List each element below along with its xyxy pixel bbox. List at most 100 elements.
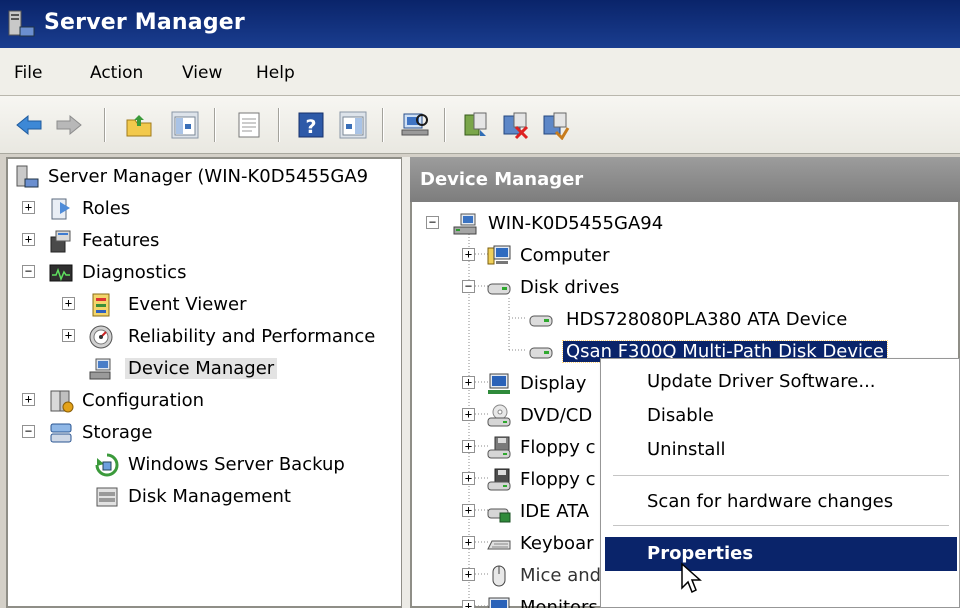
device-category-dvd[interactable]: + DVD/CD (462, 402, 612, 430)
expand-icon[interactable]: + (462, 376, 475, 389)
tree-item-features[interactable]: + Features (22, 227, 322, 255)
expand-icon[interactable]: + (22, 233, 35, 246)
tree-item-storage[interactable]: − Storage (22, 419, 322, 447)
expand-icon[interactable]: + (62, 297, 75, 310)
pane-title: Device Manager (420, 169, 584, 190)
title-bar: Server Manager (0, 0, 960, 48)
collapse-icon[interactable]: − (22, 425, 35, 438)
menu-file[interactable]: File (14, 63, 42, 83)
tree-label: Display (520, 373, 587, 394)
forward-arrow-icon[interactable] (54, 110, 84, 140)
menu-item-update-driver[interactable]: Update Driver Software... (605, 365, 957, 399)
tree-label: Diagnostics (82, 262, 187, 283)
tree-label: Configuration (82, 390, 205, 411)
device-category-floppy-controllers[interactable]: + Floppy c (462, 434, 612, 462)
properties-icon[interactable] (234, 110, 264, 140)
expand-icon[interactable]: + (462, 600, 475, 608)
pane-splitter[interactable] (402, 157, 410, 608)
window-title: Server Manager (44, 10, 245, 35)
expand-icon[interactable]: + (62, 329, 75, 342)
action-pane-icon[interactable] (338, 110, 368, 140)
expand-icon[interactable]: + (462, 536, 475, 549)
tree-item-device-manager[interactable]: Device Manager (88, 355, 308, 383)
console-tree: Server Manager (WIN-K0D5455GA9 + Roles +… (6, 157, 402, 608)
disk-management-icon (96, 487, 118, 507)
device-category-keyboards[interactable]: + Keyboar (462, 530, 612, 558)
context-menu: Update Driver Software... Disable Uninst… (600, 358, 960, 608)
tree-label: Device Manager (125, 358, 278, 379)
expand-icon[interactable]: + (462, 568, 475, 581)
uninstall-icon[interactable] (500, 110, 530, 140)
show-hide-tree-icon[interactable] (170, 110, 200, 140)
expand-icon[interactable]: + (462, 440, 475, 453)
event-viewer-icon (92, 293, 110, 317)
tree-label: HDS728080PLA380 ATA Device (566, 309, 848, 330)
backup-icon (95, 453, 119, 477)
menu-item-properties[interactable]: Properties (605, 537, 957, 571)
expand-icon[interactable]: + (462, 408, 475, 421)
tree-label: Server Manager (WIN-K0D5455GA9 (48, 166, 369, 187)
tree-label: Storage (82, 422, 153, 443)
floppy-icon (487, 468, 511, 491)
tree-label: Monitors (520, 597, 598, 608)
tree-item-roles[interactable]: + Roles (22, 195, 322, 223)
expand-icon[interactable]: + (22, 393, 35, 406)
help-icon[interactable]: ? (296, 110, 326, 140)
device-category-ide-ata[interactable]: + IDE ATA (462, 498, 612, 526)
tree-label: Features (82, 230, 160, 251)
server-manager-icon (16, 165, 39, 188)
disk-drive-icon (487, 283, 511, 295)
computer-icon (487, 245, 511, 265)
device-tree-root[interactable]: − WIN-K0D5455GA94 (426, 210, 726, 238)
menu-item-label: Disable (647, 405, 714, 426)
keyboard-icon (487, 540, 511, 550)
tree-item-server-manager[interactable]: Server Manager (WIN-K0D5455GA9 (14, 163, 401, 191)
menu-item-label: Properties (647, 543, 754, 564)
menu-item-scan-hardware[interactable]: Scan for hardware changes (605, 485, 957, 519)
collapse-icon[interactable]: − (426, 216, 439, 229)
tree-label: Floppy c (520, 437, 596, 458)
device-category-floppy-drives[interactable]: + Floppy c (462, 466, 612, 494)
up-folder-icon[interactable] (124, 110, 154, 140)
storage-icon (50, 423, 72, 443)
device-category-display[interactable]: + Display (462, 370, 612, 398)
device-category-disk-drives[interactable]: − Disk drives (462, 274, 762, 302)
menu-item-uninstall[interactable]: Uninstall (605, 433, 957, 467)
device-item-hds728080[interactable]: HDS728080PLA380 ATA Device (528, 306, 908, 334)
tree-item-windows-server-backup[interactable]: Windows Server Backup (94, 451, 394, 479)
dvd-drive-icon (487, 404, 511, 427)
menu-item-disable[interactable]: Disable (605, 399, 957, 433)
tree-label: Reliability and Performance (128, 326, 376, 347)
tree-label: Computer (520, 245, 610, 266)
update-driver-icon[interactable] (460, 110, 490, 140)
expand-icon[interactable]: + (462, 248, 475, 261)
svg-text:?: ? (305, 116, 316, 138)
tree-item-event-viewer[interactable]: + Event Viewer (62, 291, 362, 319)
device-category-computer[interactable]: + Computer (462, 242, 762, 270)
display-adapter-icon (488, 373, 510, 394)
menu-action[interactable]: Action (90, 63, 143, 83)
menu-view[interactable]: View (182, 63, 222, 83)
menu-help[interactable]: Help (256, 63, 295, 83)
collapse-icon[interactable]: − (462, 280, 475, 293)
configuration-icon (50, 390, 74, 413)
reliability-icon (89, 325, 113, 349)
tree-label: IDE ATA (520, 501, 590, 522)
tree-item-disk-management[interactable]: Disk Management (94, 483, 394, 511)
expand-icon[interactable]: + (462, 472, 475, 485)
expand-icon[interactable]: + (22, 201, 35, 214)
monitor-icon (488, 597, 510, 608)
tree-item-diagnostics[interactable]: − Diagnostics (22, 259, 322, 287)
expand-icon[interactable]: + (462, 504, 475, 517)
device-manager-icon (89, 358, 111, 380)
menu-separator (613, 475, 949, 477)
tree-label: Floppy c (520, 469, 596, 490)
back-arrow-icon[interactable] (14, 110, 44, 140)
tree-item-configuration[interactable]: + Configuration (22, 387, 322, 415)
tree-item-reliability[interactable]: + Reliability and Performance (62, 323, 401, 351)
menu-item-label: Uninstall (647, 439, 726, 460)
scan-hardware-icon[interactable] (400, 110, 430, 140)
collapse-icon[interactable]: − (22, 265, 35, 278)
diagnostics-icon (49, 264, 73, 282)
disable-icon[interactable] (540, 110, 570, 140)
